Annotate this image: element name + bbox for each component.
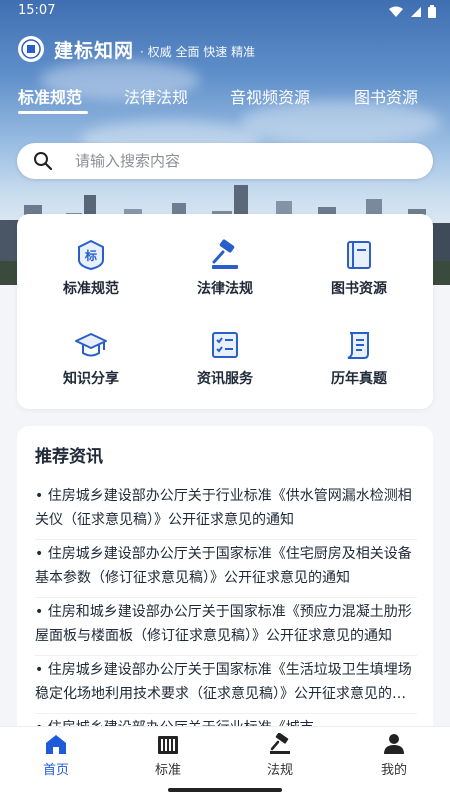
news-item[interactable]: • 住房和城乡建设部办公厅关于国家标准《预应力混凝土肋形屋面板与楼面板（修订征求… (35, 598, 417, 656)
news-item-text: • 住房和城乡建设部办公厅关于国家标准《预应力混凝土肋形屋面板与楼面板（修订征求… (35, 604, 412, 644)
recommended-news: 推荐资讯 • 住房城乡建设部办公厅关于行业标准《供水管网漏水检测相关仪（征求意见… (17, 426, 433, 746)
status-time: 15:07 (18, 3, 56, 18)
grid-label: 法律法规 (197, 281, 253, 297)
search-input[interactable] (75, 152, 375, 170)
grid-label: 资讯服务 (197, 371, 253, 387)
grid-label: 知识分享 (63, 371, 119, 387)
grid-item-news-service[interactable]: 资讯服务 (156, 328, 294, 388)
news-item[interactable]: • 住房城乡建设部办公厅关于国家标准《生活垃圾卫生填埋场稳定化场地利用技术要求（… (35, 656, 417, 714)
tab-laws[interactable]: 法律法规 (124, 84, 188, 108)
feature-grid: 标 标准规范 法律法规 图书资源 知识分享 资讯服务 历年真题 (17, 214, 433, 409)
grid-label: 图书资源 (331, 281, 387, 297)
signal-icon (411, 6, 421, 17)
grid-item-standards[interactable]: 标 标准规范 (22, 238, 160, 298)
wifi-icon (389, 6, 403, 17)
search-bar[interactable] (17, 143, 433, 179)
gavel-icon (212, 239, 238, 269)
active-tab-indicator (18, 111, 88, 114)
grid-label: 历年真题 (331, 371, 387, 387)
nav-standards[interactable]: 标准 (128, 733, 208, 778)
user-icon (384, 734, 404, 754)
home-icon (46, 735, 66, 754)
category-tabs: 标准规范 法律法规 音视频资源 图书资源 (0, 84, 450, 114)
nav-regulations[interactable]: 法规 (240, 733, 320, 778)
news-item-text: • 住房城乡建设部办公厅关于国家标准《住宅厨房及相关设备基本参数（修订征求意见稿… (35, 546, 412, 586)
battery-icon (428, 5, 436, 18)
news-list: • 住房城乡建设部办公厅关于行业标准《供水管网漏水检测相关仪（征求意见稿）》公开… (35, 482, 417, 746)
standard-book-icon (158, 736, 178, 754)
app-brand: 建标知网 · 权威 全面 快速 精准 (18, 36, 255, 62)
grid-item-past-exams[interactable]: 历年真题 (290, 328, 428, 388)
home-indicator (0, 782, 450, 800)
news-item-text: • 住房城乡建设部办公厅关于国家标准《生活垃圾卫生填埋场稳定化场地利用技术要求（… (35, 662, 412, 702)
home-indicator-bar[interactable] (168, 788, 282, 792)
nav-label: 我的 (380, 763, 407, 778)
tab-book-resources[interactable]: 图书资源 (354, 84, 418, 108)
app-logo-icon (18, 36, 44, 62)
tab-av-resources[interactable]: 音视频资源 (230, 84, 310, 108)
news-item-text: • 住房城乡建设部办公厅关于行业标准《供水管网漏水检测相关仪（征求意见稿）》公开… (35, 488, 412, 528)
grid-label: 标准规范 (63, 281, 119, 297)
scroll-icon (347, 332, 369, 359)
nav-label: 首页 (42, 763, 69, 778)
tab-standards[interactable]: 标准规范 (18, 84, 82, 108)
grid-item-books[interactable]: 图书资源 (290, 238, 428, 298)
graduation-cap-icon (75, 333, 107, 357)
nav-profile[interactable]: 我的 (354, 733, 434, 778)
standard-badge-icon: 标 (78, 239, 104, 271)
search-icon (34, 152, 53, 171)
app-name: 建标知网 (54, 39, 135, 62)
nav-label: 法规 (266, 763, 293, 778)
status-icons (388, 5, 436, 18)
book-icon (347, 241, 371, 269)
gavel-icon (270, 733, 290, 754)
nav-home[interactable]: 首页 (16, 733, 96, 778)
news-item[interactable]: • 住房城乡建设部办公厅关于行业标准《供水管网漏水检测相关仪（征求意见稿）》公开… (35, 482, 417, 540)
status-bar: 15:07 (0, 0, 450, 22)
grid-item-laws[interactable]: 法律法规 (156, 238, 294, 298)
nav-label: 标准 (154, 763, 181, 778)
app-slogan: · 权威 全面 快速 精准 (140, 44, 256, 59)
svg-text:标: 标 (84, 248, 97, 263)
section-title: 推荐资讯 (35, 447, 103, 467)
checklist-icon (212, 332, 238, 358)
news-item[interactable]: • 住房城乡建设部办公厅关于国家标准《住宅厨房及相关设备基本参数（修订征求意见稿… (35, 540, 417, 598)
bottom-navigation: 首页 标准 法规 我的 (0, 726, 450, 782)
grid-item-knowledge[interactable]: 知识分享 (22, 328, 160, 388)
